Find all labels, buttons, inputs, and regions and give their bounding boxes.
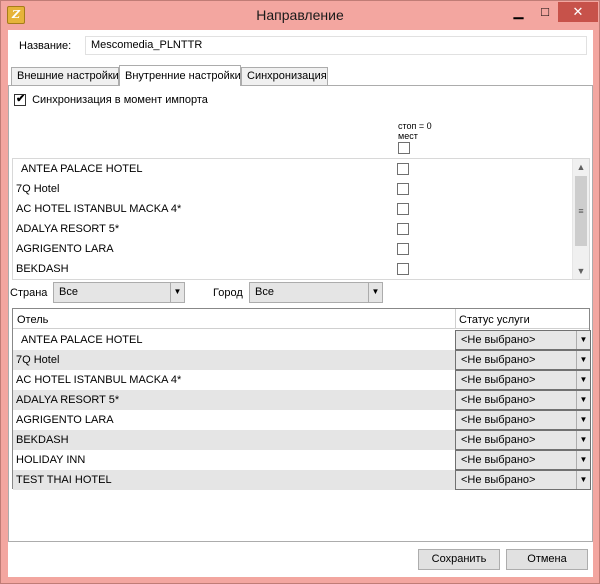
status-value: <Не выбрано> — [461, 394, 536, 406]
list-item[interactable]: BEKDASH — [13, 259, 573, 279]
tab-panel-internal-settings: ✔ Синхронизация в момент импорта стоп = … — [8, 85, 593, 542]
scroll-down-icon[interactable]: ▼ — [573, 263, 589, 279]
table-header: Отель Статус услуги — [13, 309, 589, 329]
hotel-checkbox-list: ANTEA PALACE HOTEL 7Q Hotel AC HOTEL IST… — [12, 158, 590, 280]
checkmark-icon: ✔ — [16, 93, 26, 106]
hotel-name: ANTEA PALACE HOTEL — [21, 163, 143, 175]
hotel-cell: HOLIDAY INN — [16, 454, 86, 466]
hotel-cell: TEST THAI HOTEL — [16, 474, 112, 486]
table-row[interactable]: ANTEA PALACE HOTEL <Не выбрано> ▼ — [13, 330, 591, 350]
tab-external-settings[interactable]: Внешние настройки — [11, 67, 119, 85]
column-header-hotel[interactable]: Отель — [17, 314, 48, 326]
stop-zero-select-all-checkbox[interactable] — [398, 142, 410, 154]
stop-zero-checkbox[interactable] — [397, 183, 409, 195]
country-select[interactable]: Все ▼ — [53, 282, 185, 303]
chevron-down-icon[interactable]: ▼ — [576, 391, 590, 409]
status-value: <Не выбрано> — [461, 454, 536, 466]
chevron-down-icon[interactable]: ▼ — [368, 283, 382, 302]
stop-zero-checkbox[interactable] — [397, 223, 409, 235]
hotel-name: AC HOTEL ISTANBUL MACKA 4* — [16, 203, 182, 215]
hotel-name: AGRIGENTO LARA — [16, 243, 114, 255]
hotel-name: 7Q Hotel — [16, 183, 60, 195]
chevron-down-icon[interactable]: ▼ — [576, 351, 590, 369]
maximize-button[interactable]: □ — [532, 2, 558, 22]
status-select[interactable]: <Не выбрано> ▼ — [455, 370, 591, 390]
sync-on-import-option[interactable]: ✔ Синхронизация в момент импорта — [14, 93, 208, 107]
title-bar[interactable]: Z Направление ▁ □ ✕ — [1, 1, 599, 30]
hotel-status-table: Отель Статус услуги ANTEA PALACE HOTEL <… — [12, 308, 591, 490]
column-header-status[interactable]: Статус услуги — [459, 314, 530, 326]
table-row[interactable]: HOLIDAY INN <Не выбрано> ▼ — [13, 450, 591, 470]
country-label: Страна — [10, 287, 48, 299]
status-value: <Не выбрано> — [461, 434, 536, 446]
scroll-up-icon[interactable]: ▲ — [573, 159, 589, 175]
save-button[interactable]: Сохранить — [418, 549, 500, 570]
hotel-cell: ANTEA PALACE HOTEL — [21, 334, 143, 346]
status-select[interactable]: <Не выбрано> ▼ — [455, 430, 591, 450]
list-item[interactable]: 7Q Hotel — [13, 179, 573, 199]
status-select[interactable]: <Не выбрано> ▼ — [455, 450, 591, 470]
status-select[interactable]: <Не выбрано> ▼ — [455, 350, 591, 370]
city-label: Город — [213, 287, 243, 299]
status-value: <Не выбрано> — [461, 334, 536, 346]
chevron-down-icon[interactable]: ▼ — [576, 411, 590, 429]
stop-zero-header: стоп = 0 мест — [398, 121, 432, 141]
sync-on-import-checkbox[interactable]: ✔ — [14, 93, 26, 107]
chevron-down-icon[interactable]: ▼ — [170, 283, 184, 302]
dialog-window: Z Направление ▁ □ ✕ Название: Mescomedia… — [0, 0, 600, 584]
status-select[interactable]: <Не выбрано> ▼ — [455, 470, 591, 490]
tab-internal-settings[interactable]: Внутренние настройки — [119, 65, 241, 86]
stop-zero-checkbox[interactable] — [397, 163, 409, 175]
list-item[interactable]: AGRIGENTO LARA — [13, 239, 573, 259]
name-label: Название: — [19, 40, 72, 52]
hotel-cell: AGRIGENTO LARA — [16, 414, 114, 426]
chevron-down-icon[interactable]: ▼ — [576, 431, 590, 449]
hotel-cell: 7Q Hotel — [16, 354, 60, 366]
table-row[interactable]: ADALYA RESORT 5* <Не выбрано> ▼ — [13, 390, 591, 410]
table-row[interactable]: TEST THAI HOTEL <Не выбрано> ▼ — [13, 470, 591, 490]
city-select[interactable]: Все ▼ — [249, 282, 383, 303]
chevron-down-icon[interactable]: ▼ — [576, 331, 590, 349]
name-field[interactable]: Mescomedia_PLNTTR — [85, 36, 587, 55]
table-row[interactable]: 7Q Hotel <Не выбрано> ▼ — [13, 350, 591, 370]
column-divider — [455, 309, 456, 329]
status-value: <Не выбрано> — [461, 374, 536, 386]
close-button[interactable]: ✕ — [558, 2, 598, 22]
tab-synchronization[interactable]: Синхронизация — [241, 67, 328, 85]
country-value: Все — [59, 286, 78, 298]
city-value: Все — [255, 286, 274, 298]
hotel-name: BEKDASH — [16, 263, 69, 275]
hotel-name: ADALYA RESORT 5* — [16, 223, 120, 235]
status-select[interactable]: <Не выбрано> ▼ — [455, 390, 591, 410]
status-value: <Не выбрано> — [461, 354, 536, 366]
list-scrollbar[interactable]: ▲ ≡ ▼ — [572, 159, 589, 279]
chevron-down-icon[interactable]: ▼ — [576, 451, 590, 469]
stop-zero-checkbox[interactable] — [397, 263, 409, 275]
table-row[interactable]: AGRIGENTO LARA <Не выбрано> ▼ — [13, 410, 591, 430]
hotel-cell: AC HOTEL ISTANBUL MACKA 4* — [16, 374, 182, 386]
hotel-cell: BEKDASH — [16, 434, 69, 446]
list-item[interactable]: ANTEA PALACE HOTEL — [13, 159, 573, 179]
status-value: <Не выбрано> — [461, 414, 536, 426]
stop-zero-checkbox[interactable] — [397, 243, 409, 255]
dialog-content: Название: Mescomedia_PLNTTR Внешние наст… — [8, 30, 593, 577]
status-select[interactable]: <Не выбрано> ▼ — [455, 410, 591, 430]
chevron-down-icon[interactable]: ▼ — [576, 371, 590, 389]
list-item[interactable]: AC HOTEL ISTANBUL MACKA 4* — [13, 199, 573, 219]
list-item[interactable]: ADALYA RESORT 5* — [13, 219, 573, 239]
chevron-down-icon[interactable]: ▼ — [576, 471, 590, 489]
table-row[interactable]: BEKDASH <Не выбрано> ▼ — [13, 430, 591, 450]
scroll-thumb[interactable]: ≡ — [575, 176, 587, 246]
status-select[interactable]: <Не выбрано> ▼ — [455, 330, 591, 350]
cancel-button[interactable]: Отмена — [506, 549, 588, 570]
minimize-button[interactable]: ▁ — [505, 2, 532, 22]
status-value: <Не выбрано> — [461, 474, 536, 486]
hotel-cell: ADALYA RESORT 5* — [16, 394, 120, 406]
sync-on-import-label: Синхронизация в момент импорта — [32, 94, 208, 107]
table-row[interactable]: AC HOTEL ISTANBUL MACKA 4* <Не выбрано> ▼ — [13, 370, 591, 390]
stop-zero-checkbox[interactable] — [397, 203, 409, 215]
